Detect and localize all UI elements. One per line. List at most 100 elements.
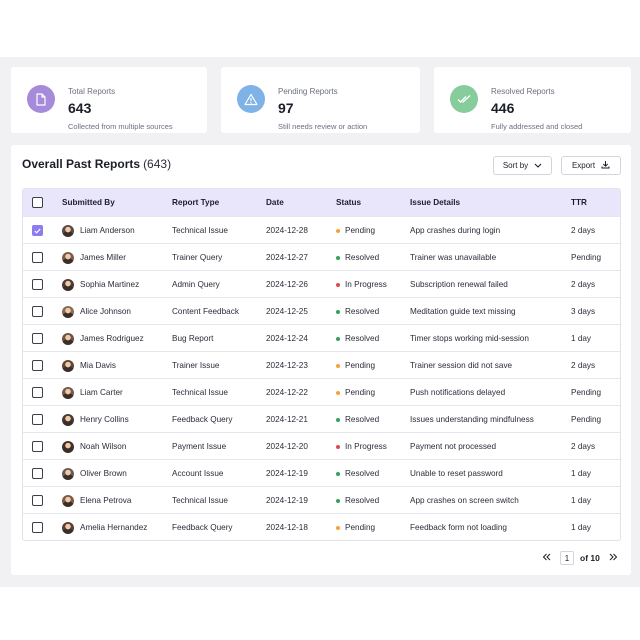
report-type: Feedback Query bbox=[172, 415, 233, 424]
column-header[interactable]: Status bbox=[336, 189, 361, 216]
ttr-value: Pending bbox=[571, 388, 602, 397]
report-date: 2024-12-25 bbox=[266, 307, 308, 316]
submitter-name: Henry Collins bbox=[80, 415, 129, 424]
stat-subtext: Fully addressed and closed bbox=[491, 122, 583, 131]
status-text: Resolved bbox=[345, 415, 380, 424]
row-checkbox[interactable] bbox=[32, 414, 43, 425]
stat-card-total: Total Reports 643 Collected from multipl… bbox=[11, 67, 207, 133]
status-cell: Resolved bbox=[336, 244, 379, 271]
table-row[interactable]: James Rodriguez Bug Report 2024-12-24 Resol… bbox=[23, 324, 620, 351]
status-text: Pending bbox=[345, 226, 376, 235]
export-button[interactable]: Export bbox=[561, 156, 621, 175]
status-dot-icon bbox=[336, 444, 340, 449]
row-checkbox[interactable] bbox=[32, 495, 43, 506]
stat-value: 643 bbox=[68, 100, 92, 116]
table-row[interactable]: Alice Johnson Content Feedback 2024-12-25 R… bbox=[23, 297, 620, 324]
previous-page-icon[interactable] bbox=[542, 553, 551, 563]
status-cell: Pending bbox=[336, 379, 375, 406]
avatar bbox=[62, 278, 74, 291]
table-row[interactable]: Oliver Brown Account Issue 2024-12-19 Resol… bbox=[23, 459, 620, 486]
issue-details: Subscription renewal failed bbox=[410, 280, 508, 289]
export-label: Export bbox=[571, 161, 596, 170]
avatar bbox=[62, 332, 74, 345]
row-checkbox[interactable] bbox=[32, 225, 43, 236]
page-number-input[interactable]: 1 bbox=[560, 551, 574, 565]
ttr-value: 2 days bbox=[571, 280, 596, 289]
row-checkbox[interactable] bbox=[32, 441, 43, 452]
status-dot-icon bbox=[336, 282, 340, 287]
panel-title: Overall Past Reports (643) bbox=[22, 157, 171, 171]
avatar bbox=[62, 359, 74, 372]
row-checkbox[interactable] bbox=[32, 522, 43, 533]
status-text: Pending bbox=[345, 361, 376, 370]
ttr-value: 1 day bbox=[571, 334, 592, 343]
row-checkbox[interactable] bbox=[32, 333, 43, 344]
status-cell: In Progress bbox=[336, 433, 387, 460]
table-row[interactable]: James Miller Trainer Query 2024-12-27 Resol… bbox=[23, 243, 620, 270]
status-text: Resolved bbox=[345, 253, 380, 262]
row-checkbox[interactable] bbox=[32, 279, 43, 290]
table-row[interactable]: Sophia Martinez Admin Query 2024-12-26 In P… bbox=[23, 270, 620, 297]
submitter-name: Liam Anderson bbox=[80, 226, 135, 235]
column-header[interactable]: Issue Details bbox=[410, 189, 460, 216]
stat-card-resolved: Resolved Reports 446 Fully addressed and… bbox=[434, 67, 631, 133]
status-text: Pending bbox=[345, 523, 376, 532]
report-type: Technical Issue bbox=[172, 496, 228, 505]
status-cell: Resolved bbox=[336, 460, 379, 487]
stat-card-pending: Pending Reports 97 Still needs review or… bbox=[221, 67, 420, 133]
stat-value: 446 bbox=[491, 100, 515, 116]
submitter-name: Mia Davis bbox=[80, 361, 116, 370]
avatar bbox=[62, 386, 74, 399]
select-all-checkbox[interactable] bbox=[32, 197, 43, 208]
ttr-value: 1 day bbox=[571, 523, 592, 532]
report-date: 2024-12-28 bbox=[266, 226, 308, 235]
status-cell: Resolved bbox=[336, 298, 379, 325]
row-checkbox[interactable] bbox=[32, 252, 43, 263]
report-type: Technical Issue bbox=[172, 388, 228, 397]
column-header[interactable]: Submitted By bbox=[62, 189, 115, 216]
avatar bbox=[62, 440, 74, 453]
status-cell: Resolved bbox=[336, 406, 379, 433]
reports-table: Submitted By Report Type Date Status Iss… bbox=[22, 188, 621, 541]
issue-details: Unable to reset password bbox=[410, 469, 503, 478]
report-type: Content Feedback bbox=[172, 307, 239, 316]
table-row[interactable]: Henry Collins Feedback Query 2024-12-21 Res… bbox=[23, 405, 620, 432]
next-page-icon[interactable] bbox=[609, 553, 618, 563]
table-row[interactable]: Mia Davis Trainer Issue 2024-12-23 Pending T… bbox=[23, 351, 620, 378]
column-header[interactable]: TTR bbox=[571, 189, 587, 216]
status-dot-icon bbox=[336, 525, 340, 530]
stat-subtext: Collected from multiple sources bbox=[68, 122, 173, 131]
report-date: 2024-12-20 bbox=[266, 442, 308, 451]
table-row[interactable]: Noah Wilson Payment Issue 2024-12-20 In Pro… bbox=[23, 432, 620, 459]
row-checkbox[interactable] bbox=[32, 387, 43, 398]
table-row[interactable]: Liam Carter Technical Issue 2024-12-22 Pend… bbox=[23, 378, 620, 405]
table-row[interactable]: Amelia Hernandez Feedback Query 2024-12-18… bbox=[23, 513, 620, 540]
status-text: Pending bbox=[345, 388, 376, 397]
table-row[interactable]: Elena Petrova Technical Issue 2024-12-19 Re… bbox=[23, 486, 620, 513]
submitter-name: James Miller bbox=[80, 253, 126, 262]
report-type: Technical Issue bbox=[172, 226, 228, 235]
column-header[interactable]: Report Type bbox=[172, 189, 219, 216]
row-checkbox[interactable] bbox=[32, 468, 43, 479]
issue-details: Meditation guide text missing bbox=[410, 307, 516, 316]
ttr-value: 2 days bbox=[571, 361, 596, 370]
ttr-value: Pending bbox=[571, 415, 602, 424]
avatar bbox=[62, 494, 74, 507]
column-header[interactable]: Date bbox=[266, 189, 284, 216]
avatar bbox=[62, 521, 74, 534]
report-date: 2024-12-19 bbox=[266, 469, 308, 478]
status-cell: Resolved bbox=[336, 325, 379, 352]
issue-details: Trainer session did not save bbox=[410, 361, 513, 370]
issue-details: Issues understanding mindfulness bbox=[410, 415, 534, 424]
status-text: Resolved bbox=[345, 307, 380, 316]
page-total: of 10 bbox=[580, 553, 600, 563]
row-checkbox[interactable] bbox=[32, 306, 43, 317]
report-date: 2024-12-27 bbox=[266, 253, 308, 262]
submitter-name: Oliver Brown bbox=[80, 469, 127, 478]
status-cell: Pending bbox=[336, 352, 375, 379]
sort-by-button[interactable]: Sort by bbox=[493, 156, 552, 175]
table-row[interactable]: Liam Anderson Technical Issue 2024-12-28 Pe… bbox=[23, 216, 620, 243]
submitter-name: Sophia Martinez bbox=[80, 280, 140, 289]
report-date: 2024-12-21 bbox=[266, 415, 308, 424]
row-checkbox[interactable] bbox=[32, 360, 43, 371]
